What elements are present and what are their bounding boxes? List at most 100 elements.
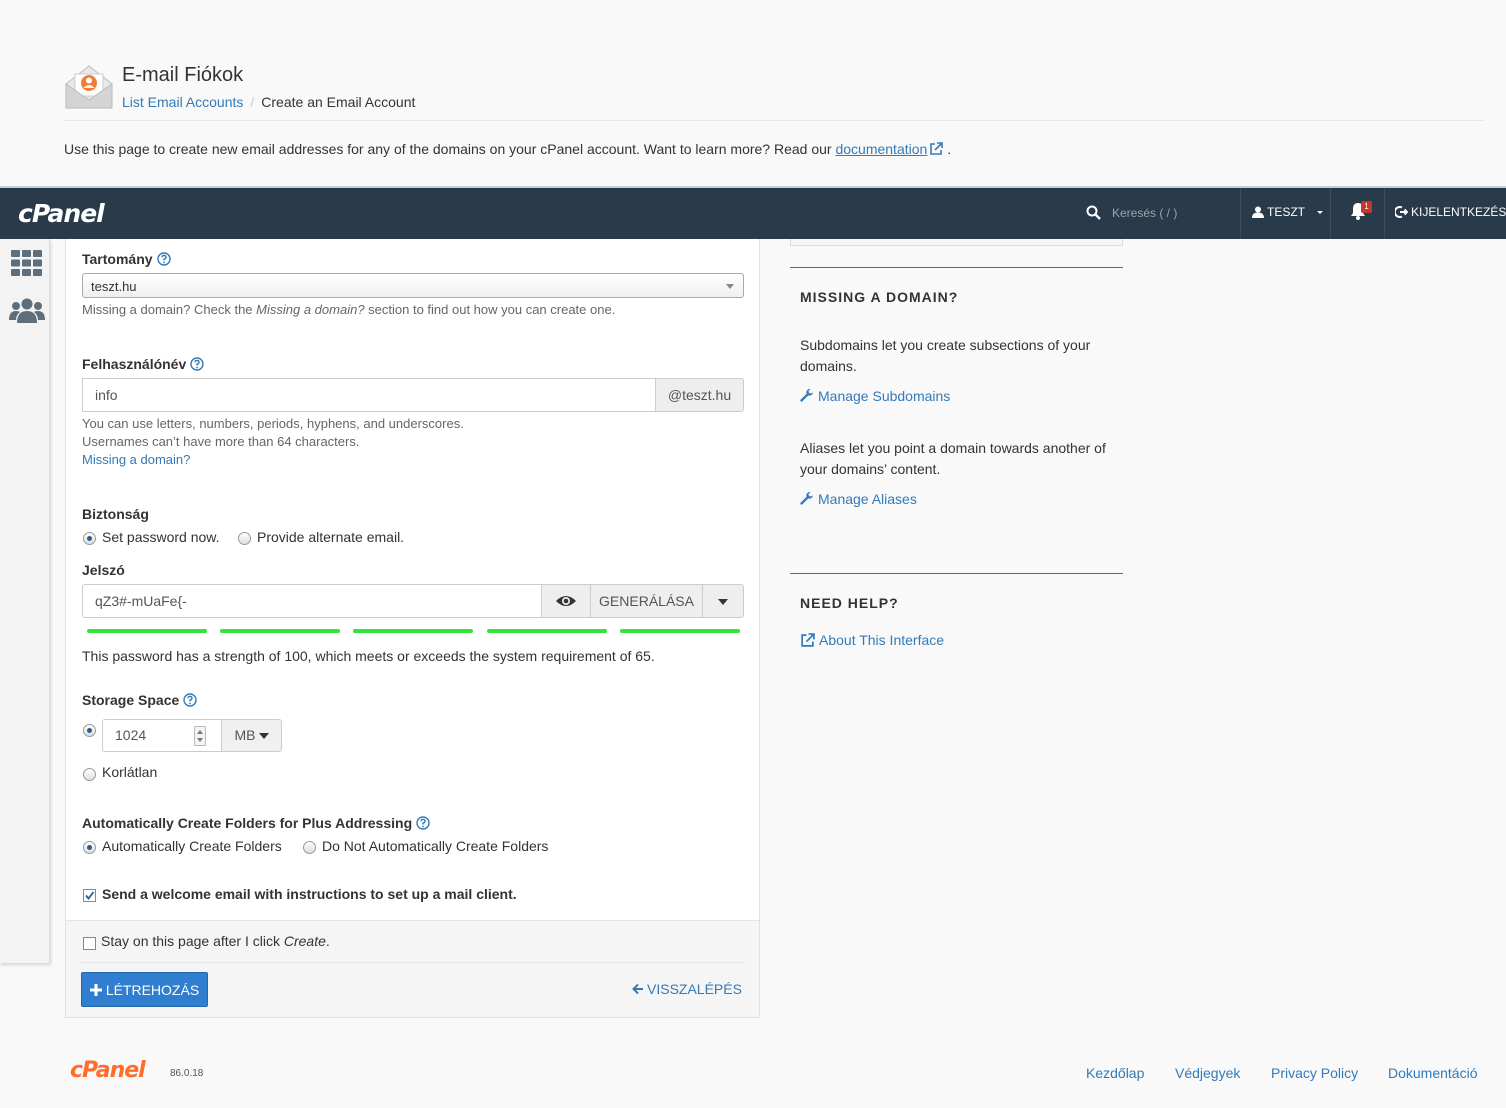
external-link-icon	[930, 142, 944, 155]
set-password-option-label: Set password now.	[102, 529, 220, 545]
section-divider	[790, 267, 1123, 268]
strength-meter-segment	[87, 629, 207, 633]
storage-label: Storage Space	[82, 692, 197, 708]
username-hint-chars: You can use letters, numbers, periods, h…	[82, 416, 464, 431]
back-link[interactable]: VISSZALÉPÉS	[632, 981, 742, 997]
footer-link-trademarks[interactable]: Védjegyek	[1175, 1065, 1240, 1081]
email-accounts-icon	[65, 65, 113, 109]
navbar-divider	[1384, 188, 1385, 239]
storage-unit-value: MB	[234, 727, 256, 743]
notification-count-badge: 1	[1361, 201, 1372, 213]
caret-down-icon	[718, 599, 728, 605]
alternate-email-option-label: Provide alternate email.	[257, 529, 405, 545]
aliases-description: Aliases let you point a domain towards a…	[800, 440, 1106, 477]
checkmark-icon	[85, 891, 95, 900]
footer-link-home[interactable]: Kezdőlap	[1086, 1065, 1144, 1081]
help-icon[interactable]	[190, 357, 204, 371]
strength-meter-segment	[620, 629, 740, 633]
navbar-divider	[1240, 188, 1241, 239]
generate-password-button[interactable]: GENERÁLÁSA	[590, 584, 703, 618]
missing-domain-link[interactable]: Missing a domain?	[82, 451, 190, 469]
missing-domain-heading: MISSING A DOMAIN?	[800, 289, 959, 305]
storage-limit-radio[interactable]	[83, 724, 96, 737]
username-hint-length: Usernames can’t have more than 64 charac…	[82, 434, 360, 449]
manage-subdomains-label: Manage Subdomains	[818, 388, 951, 404]
plus-icon	[89, 983, 102, 996]
top-navbar: cPanel TESZT 1 KIJELENTKEZÉS	[0, 186, 1506, 239]
footer-version: 86.0.18	[170, 1068, 204, 1079]
create-account-form: Tartomány teszt.hu Missing a domain? Che…	[65, 239, 760, 1018]
no-auto-create-folders-label: Do Not Automatically Create Folders	[322, 838, 549, 854]
search-icon	[1086, 205, 1101, 220]
cpanel-logo[interactable]: cPanel	[18, 199, 105, 228]
manage-aliases-link[interactable]: Manage Aliases	[800, 491, 917, 507]
user-menu[interactable]: TESZT	[1252, 205, 1324, 219]
user-icon	[1252, 206, 1264, 218]
users-icon[interactable]	[9, 297, 45, 325]
eye-icon	[556, 596, 576, 606]
domain-label: Tartomány	[82, 251, 171, 267]
logout-icon	[1395, 206, 1408, 218]
plus-addressing-label: Automatically Create Folders for Plus Ad…	[82, 815, 430, 831]
security-label: Biztonság	[82, 506, 149, 522]
external-link-icon	[801, 632, 815, 647]
wrench-icon	[800, 389, 813, 402]
create-button[interactable]: LÉTREHOZÁS	[81, 972, 208, 1007]
username-input[interactable]: info	[82, 378, 656, 412]
help-icon[interactable]	[416, 816, 430, 830]
apps-grid-icon[interactable]	[11, 250, 42, 276]
panel-edge	[790, 239, 1123, 246]
set-password-radio[interactable]	[83, 532, 96, 545]
wrench-icon	[800, 492, 813, 505]
logout-button[interactable]: KIJELENTKEZÉS	[1395, 205, 1506, 219]
need-help-heading: NEED HELP?	[800, 595, 899, 611]
caret-down-icon	[258, 733, 269, 739]
intro-end: .	[947, 141, 952, 157]
intro-text: Use this page to create new email addres…	[64, 141, 951, 157]
create-button-label: LÉTREHOZÁS	[105, 981, 200, 998]
show-password-button[interactable]	[541, 584, 591, 618]
sidebar	[0, 239, 50, 963]
footer-link-documentation[interactable]: Dokumentáció	[1388, 1065, 1478, 1081]
storage-unit-dropdown[interactable]: MB	[221, 719, 282, 752]
help-icon[interactable]	[183, 693, 197, 707]
arrow-left-icon	[632, 983, 643, 995]
password-input[interactable]: qZ3#-mUaFe{-	[82, 584, 542, 618]
actions-divider	[81, 962, 744, 963]
strength-meter-segment	[487, 629, 607, 633]
number-spinner-icon[interactable]	[194, 726, 206, 746]
breadcrumb-current: Create an Email Account	[261, 94, 416, 110]
footer-link-privacy-policy[interactable]: Privacy Policy	[1271, 1065, 1358, 1081]
navbar-divider	[1330, 188, 1331, 239]
welcome-email-label: Send a welcome email with instructions t…	[102, 886, 517, 902]
breadcrumb-list-email-accounts[interactable]: List Email Accounts	[122, 94, 243, 110]
back-link-label: VISSZALÉPÉS	[647, 981, 742, 997]
strength-meter-segment	[353, 629, 473, 633]
strength-meter-segment	[220, 629, 340, 633]
search-input[interactable]	[1112, 201, 1232, 225]
storage-unlimited-radio[interactable]	[83, 768, 96, 781]
documentation-link[interactable]: documentation	[835, 141, 927, 157]
auto-create-folders-radio[interactable]	[83, 841, 96, 854]
stay-on-page-label: Stay on this page after I click Create.	[101, 933, 330, 949]
manage-aliases-label: Manage Aliases	[818, 491, 917, 507]
generate-options-dropdown[interactable]	[702, 584, 744, 618]
select-arrow-icon	[726, 284, 734, 289]
domain-select[interactable]: teszt.hu	[82, 273, 744, 298]
password-label: Jelszó	[82, 562, 125, 578]
no-auto-create-folders-radio[interactable]	[303, 841, 316, 854]
stay-on-page-checkbox[interactable]	[83, 937, 96, 950]
section-divider	[790, 573, 1123, 574]
manage-subdomains-link[interactable]: Manage Subdomains	[800, 388, 950, 404]
welcome-email-checkbox[interactable]	[83, 889, 96, 902]
about-interface-link[interactable]: About This Interface	[800, 632, 944, 648]
intro-sentence: Use this page to create new email addres…	[64, 141, 832, 157]
alternate-email-radio[interactable]	[238, 532, 251, 545]
auto-create-folders-label: Automatically Create Folders	[102, 838, 282, 854]
domain-hint: Missing a domain? Check the Missing a do…	[82, 302, 616, 317]
password-strength-text: This password has a strength of 100, whi…	[82, 648, 655, 664]
username-label: Felhasználónév	[82, 356, 204, 372]
page-title: E-mail Fiókok	[122, 64, 244, 86]
help-icon[interactable]	[156, 252, 171, 266]
page-header: E-mail Fiókok List Email Accounts / Create…	[64, 62, 1484, 121]
